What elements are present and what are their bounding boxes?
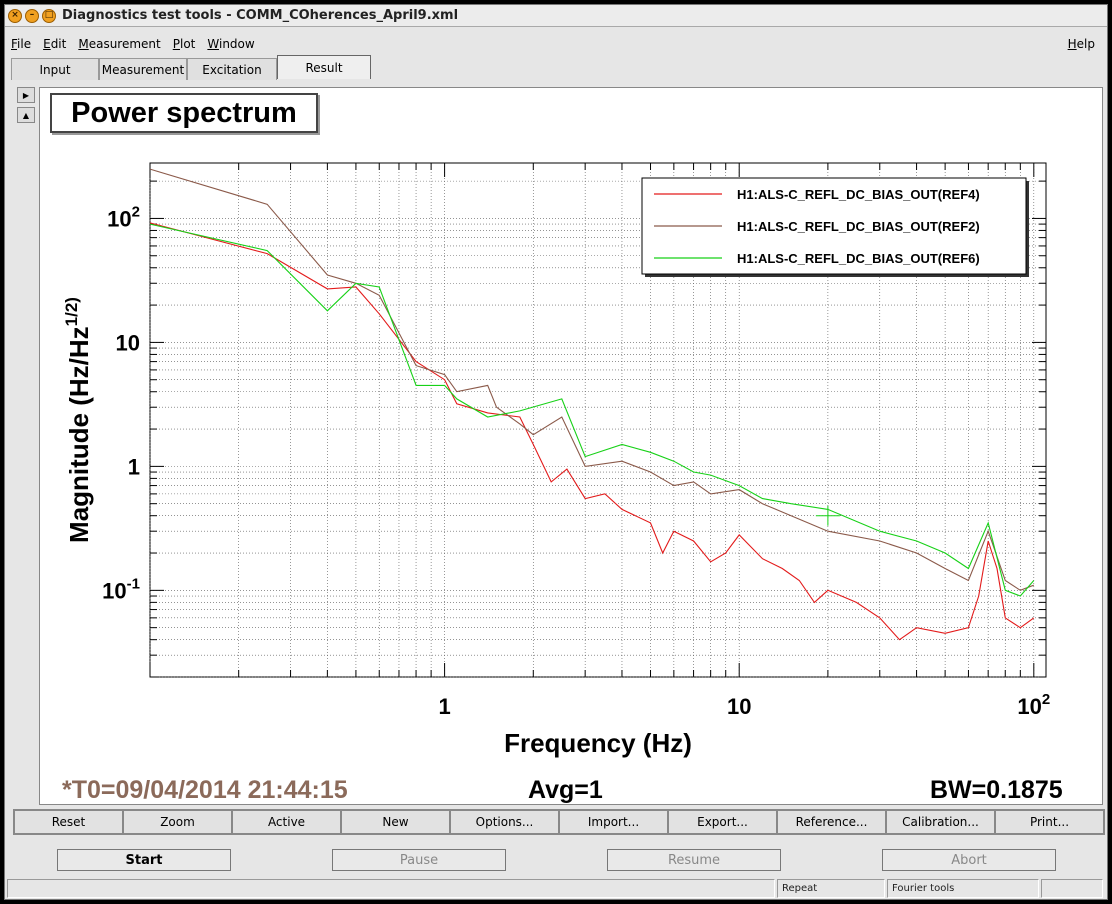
zoom-button[interactable]: Zoom — [123, 810, 232, 834]
y-tick-label: 1 — [128, 454, 140, 479]
legend-label: H1:ALS-C_REFL_DC_BIAS_OUT(REF6) — [737, 251, 980, 266]
tab-bar: Input Measurement Excitation Result — [11, 55, 371, 80]
tab-measurement[interactable]: Measurement — [99, 58, 187, 80]
legend-label: H1:ALS-C_REFL_DC_BIAS_OUT(REF2) — [737, 219, 980, 234]
avg-label: Avg=1 — [528, 776, 603, 804]
status-extra — [1041, 879, 1103, 898]
pause-button[interactable]: Pause — [332, 849, 506, 871]
status-bar: Repeat Fourier tools — [5, 879, 1107, 899]
app-window: × – □ Diagnostics test tools - COMM_COhe… — [4, 4, 1108, 900]
print-button[interactable]: Print... — [995, 810, 1104, 834]
legend-label: H1:ALS-C_REFL_DC_BIAS_OUT(REF4) — [737, 187, 980, 202]
start-button[interactable]: Start — [57, 849, 231, 871]
y-tick-label: 102 — [107, 203, 140, 231]
export-button[interactable]: Export... — [668, 810, 777, 834]
status-main — [7, 879, 775, 898]
import-button[interactable]: Import... — [559, 810, 668, 834]
plot-toolbar: Reset Zoom Active New Options... Import.… — [13, 809, 1105, 835]
calibration-button[interactable]: Calibration... — [886, 810, 995, 834]
x-tick-label: 1 — [438, 694, 450, 719]
tab-result[interactable]: Result — [277, 55, 371, 79]
run-controls: Start Pause Resume Abort — [13, 849, 1105, 873]
window-title: Diagnostics test tools - COMM_COherences… — [62, 8, 459, 23]
side-controls: ▶ ▲ — [17, 87, 35, 127]
new-button[interactable]: New — [341, 810, 450, 834]
tab-input[interactable]: Input — [11, 58, 99, 80]
tab-excitation[interactable]: Excitation — [187, 58, 277, 80]
status-repeat: Repeat — [777, 879, 885, 898]
x-axis-label: Frequency (Hz) — [504, 728, 692, 758]
reference-button[interactable]: Reference... — [777, 810, 886, 834]
active-button[interactable]: Active — [232, 810, 341, 834]
x-tick-label: 102 — [1017, 691, 1050, 719]
maximize-icon[interactable]: □ — [42, 8, 56, 23]
t0-timestamp: *T0=09/04/2014 21:44:15 — [62, 776, 348, 804]
reset-button[interactable]: Reset — [14, 810, 123, 834]
menu-measurement[interactable]: Measurement — [72, 37, 166, 51]
abort-button[interactable]: Abort — [882, 849, 1056, 871]
menu-help[interactable]: Help — [1062, 37, 1101, 51]
minimize-icon[interactable]: – — [25, 8, 39, 23]
y-axis-label: Magnitude (Hz/Hz1/2) — [62, 297, 94, 543]
menu-edit[interactable]: Edit — [37, 37, 72, 51]
bandwidth-label: BW=0.1875 — [930, 776, 1063, 804]
triangle-right-icon[interactable]: ▶ — [17, 87, 35, 103]
plot-panel: Power spectrum 1 10 102 10-1 1 10 102 Frequency… — [39, 87, 1103, 805]
options-button[interactable]: Options... — [450, 810, 559, 834]
menu-window[interactable]: Window — [201, 37, 260, 51]
triangle-up-icon[interactable]: ▲ — [17, 107, 35, 123]
power-spectrum-chart[interactable]: 1 10 102 10-1 1 10 102 Frequency (Hz) Magnitude … — [40, 88, 1102, 804]
resume-button[interactable]: Resume — [607, 849, 781, 871]
y-tick-label: 10-1 — [102, 575, 140, 603]
menu-bar: File Edit Measurement Plot Window Help — [5, 33, 1107, 55]
y-tick-label: 10 — [116, 330, 140, 355]
menu-plot[interactable]: Plot — [167, 37, 202, 51]
menu-file[interactable]: File — [5, 37, 37, 51]
status-fourier: Fourier tools — [887, 879, 1039, 898]
close-icon[interactable]: × — [8, 8, 22, 23]
x-tick-label: 10 — [727, 694, 751, 719]
title-bar: × – □ Diagnostics test tools - COMM_COhe… — [5, 5, 1107, 27]
